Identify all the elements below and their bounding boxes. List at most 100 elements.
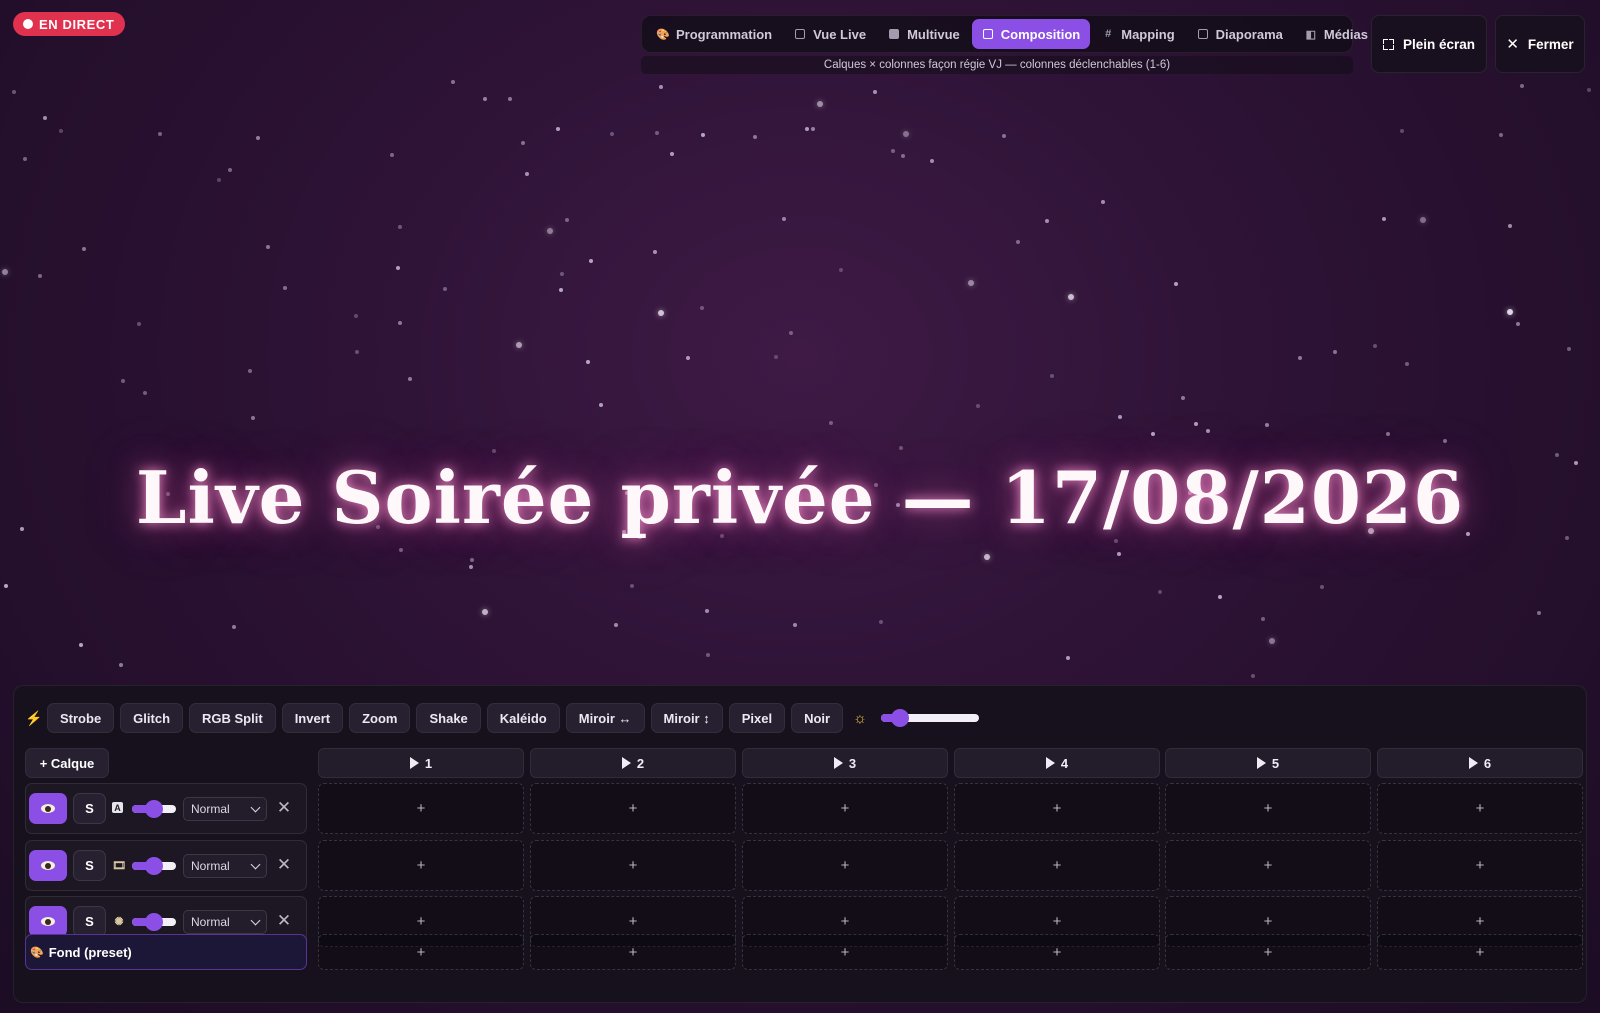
clip-cell-r2-c4[interactable]: +: [954, 840, 1160, 891]
star-decoration: [1016, 240, 1020, 244]
tab-mapping[interactable]: # Mapping: [1092, 19, 1184, 49]
clip-cell-r1-c5[interactable]: +: [1165, 783, 1371, 834]
fx-rgb-split-button[interactable]: RGB Split: [189, 703, 276, 733]
star-decoration: [1333, 350, 1337, 354]
background-layer[interactable]: 🎨 Fond (preset): [25, 934, 307, 970]
tab-multivue[interactable]: Multivue: [878, 19, 970, 49]
column-label: 6: [1483, 755, 1492, 771]
star-decoration: [1117, 552, 1121, 556]
clip-cell-r1-c2[interactable]: +: [530, 783, 736, 834]
opacity-slider[interactable]: [132, 857, 176, 875]
slider-knob[interactable]: [891, 709, 910, 727]
star-decoration: [1298, 356, 1302, 360]
background-layer-label: Fond (preset): [48, 944, 132, 960]
star-decoration: [232, 625, 236, 629]
clip-cell-r2-c2[interactable]: +: [530, 840, 736, 891]
column-trigger-2[interactable]: 2: [530, 748, 736, 778]
blend-mode-select[interactable]: Normal: [183, 854, 267, 878]
clip-cell-r2-c3[interactable]: +: [742, 840, 948, 891]
fx-pixel-button[interactable]: Pixel: [728, 703, 786, 733]
opacity-slider[interactable]: [132, 800, 176, 818]
solo-button[interactable]: S: [73, 850, 106, 881]
slider-knob[interactable]: [145, 800, 163, 818]
star-decoration: [930, 159, 934, 163]
delete-layer-icon[interactable]: ✕: [276, 798, 292, 817]
fx-zoom-button[interactable]: Zoom: [349, 703, 411, 733]
star-decoration: [469, 565, 473, 569]
column-trigger-4[interactable]: 4: [954, 748, 1160, 778]
clip-cell-r2-c1[interactable]: +: [318, 840, 524, 891]
tab-diaporama[interactable]: Diaporama: [1187, 19, 1293, 49]
visibility-toggle[interactable]: [29, 906, 67, 937]
clip-cell-r4-c2[interactable]: +: [530, 934, 736, 970]
tab-medias[interactable]: ◧ Médias: [1295, 19, 1378, 49]
star-decoration: [1516, 322, 1520, 326]
star-decoration: [873, 90, 877, 94]
solo-button[interactable]: S: [73, 793, 106, 824]
delete-layer-icon[interactable]: ✕: [276, 855, 292, 874]
clip-cell-r1-c1[interactable]: +: [318, 783, 524, 834]
fx-mirror-v-button[interactable]: Miroir ↕: [650, 703, 723, 733]
star-decoration: [655, 131, 659, 135]
opacity-slider[interactable]: [132, 913, 176, 931]
star-decoration: [899, 446, 903, 450]
fx-noir-button[interactable]: Noir: [791, 703, 844, 733]
fx-shake-button[interactable]: Shake: [416, 703, 481, 733]
slider-knob[interactable]: [145, 857, 163, 875]
star-decoration: [1420, 217, 1426, 223]
monitor-icon: [794, 28, 806, 40]
brightness-slider[interactable]: [880, 709, 979, 727]
grid-icon: [888, 28, 900, 40]
close-button[interactable]: ✕ Fermer: [1495, 15, 1585, 73]
clip-cell-r4-c6[interactable]: +: [1377, 934, 1583, 970]
clip-cell-r4-c3[interactable]: +: [742, 934, 948, 970]
clip-cell-r2-c5[interactable]: +: [1165, 840, 1371, 891]
hash-icon: #: [1105, 28, 1112, 40]
star-decoration: [158, 132, 162, 136]
column-trigger-1[interactable]: 1: [318, 748, 524, 778]
tab-programmation[interactable]: 🎨 Programmation: [647, 19, 782, 49]
star-decoration: [614, 623, 618, 627]
fullscreen-button[interactable]: Plein écran: [1371, 15, 1487, 73]
clip-cell-r1-c3[interactable]: +: [742, 783, 948, 834]
column-trigger-6[interactable]: 6: [1377, 748, 1583, 778]
live-badge: EN DIRECT: [13, 12, 126, 36]
star-decoration: [659, 85, 663, 89]
clip-cell-r4-c1[interactable]: +: [318, 934, 524, 970]
delete-layer-icon[interactable]: ✕: [276, 911, 292, 930]
visibility-toggle[interactable]: [29, 793, 67, 824]
tab-vue-live[interactable]: Vue Live: [784, 19, 876, 49]
clip-cell-r4-c5[interactable]: +: [1165, 934, 1371, 970]
column-label: 2: [636, 755, 645, 771]
star-decoration: [1269, 638, 1275, 644]
add-layer-button[interactable]: + Calque: [25, 748, 109, 778]
fx-invert-button[interactable]: Invert: [281, 703, 344, 733]
clip-cell-r2-c6[interactable]: +: [1377, 840, 1583, 891]
fx-strobe-button[interactable]: Strobe: [47, 703, 115, 733]
fx-kaleido-button[interactable]: Kaléido: [486, 703, 560, 733]
column-trigger-5[interactable]: 5: [1165, 748, 1371, 778]
blend-mode-select[interactable]: Normal: [183, 910, 267, 934]
tab-label: Composition: [1000, 26, 1081, 42]
visibility-toggle[interactable]: [29, 850, 67, 881]
star-decoration: [79, 643, 83, 647]
slider-knob[interactable]: [145, 913, 163, 931]
clip-cell-r1-c6[interactable]: +: [1377, 783, 1583, 834]
tab-composition[interactable]: Composition: [971, 19, 1091, 49]
star-decoration: [1068, 294, 1074, 300]
star-decoration: [658, 310, 664, 316]
star-decoration: [483, 97, 487, 101]
fx-mirror-h-button[interactable]: Miroir ↔: [565, 703, 645, 733]
blend-mode-select[interactable]: Normal: [183, 797, 267, 821]
star-decoration: [470, 558, 474, 562]
solo-button[interactable]: S: [73, 906, 106, 937]
clip-cell-r1-c4[interactable]: +: [954, 783, 1160, 834]
fx-glitch-button[interactable]: Glitch: [120, 703, 184, 733]
play-icon: [409, 757, 419, 769]
clip-cell-r4-c4[interactable]: +: [954, 934, 1160, 970]
column-trigger-3[interactable]: 3: [742, 748, 948, 778]
play-icon: [1045, 757, 1055, 769]
star-decoration: [451, 80, 455, 84]
close-icon: ✕: [1506, 36, 1519, 53]
star-decoration: [1443, 439, 1447, 443]
